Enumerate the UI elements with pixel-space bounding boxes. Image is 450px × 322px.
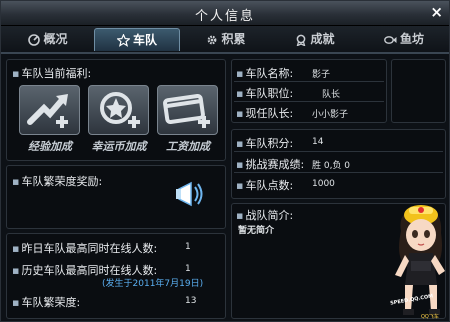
team-total-points-value: 1000 — [312, 179, 335, 189]
team-leader-text: 现任队长: — [245, 107, 294, 120]
star-icon — [116, 33, 131, 47]
team-points-value: 14 — [312, 137, 324, 147]
tab-label: 积累 — [221, 32, 246, 46]
tab-label: 车队 — [132, 33, 157, 47]
medal-icon — [296, 34, 306, 47]
tab-bar: 概况 车队 积累 成就 鱼坊 — [1, 26, 449, 54]
team-points-text: 车队积分: — [245, 137, 294, 150]
exp-bonus-label: 经验加成 — [28, 140, 72, 153]
tab-overview[interactable]: 概况 — [5, 28, 91, 50]
title-bar[interactable]: 个人信息 × — [1, 1, 449, 26]
benefits-heading-text: 车队当前福利: — [21, 67, 92, 80]
team-total-points-label: ▪ 车队点数: — [236, 179, 294, 192]
challenge-record-text: 挑战赛成绩: — [245, 158, 305, 171]
team-position-label: ▪ 车队职位: — [236, 87, 294, 100]
benefits-heading: ▪ 车队当前福利: — [12, 67, 92, 80]
window-title: 个人信息 — [194, 9, 255, 24]
team-emblem-slot[interactable] — [391, 59, 446, 123]
team-name-label: ▪ 车队名称: — [236, 67, 294, 80]
salary-bonus-label: 工资加成 — [166, 140, 210, 153]
tab-team[interactable]: 车队 — [94, 28, 180, 51]
exp-bonus-card[interactable] — [19, 85, 80, 135]
team-total-points-text: 车队点数: — [245, 179, 294, 192]
team-position-text: 车队职位: — [245, 87, 294, 100]
mascot-caption: QQ飞车 — [421, 314, 439, 320]
close-button[interactable]: × — [430, 3, 443, 21]
challenge-record-label: ▪ 挑战赛成绩: — [236, 158, 305, 171]
card-icon — [163, 93, 210, 128]
team-points-label: ▪ 车队积分: — [236, 137, 294, 150]
megaphone-icon[interactable] — [173, 177, 207, 211]
team-intro-text: 战队简介: — [245, 209, 294, 222]
divider — [234, 101, 384, 102]
history-online-date: (发生于2011年7月19日) — [102, 279, 204, 289]
gauge-icon — [28, 34, 41, 46]
prosperity-reward-label: ▪ 车队繁荣度奖励: — [12, 175, 103, 188]
profile-window: 个人信息 × 概况 车队 积累 成就 鱼坊 ▪ 车队当前福利: 经验加成 幸运币加… — [0, 0, 450, 322]
fish-icon — [384, 36, 397, 44]
tab-achievement[interactable]: 成就 — [272, 28, 358, 50]
salary-bonus-card[interactable] — [157, 85, 218, 135]
tab-label: 概况 — [43, 32, 68, 46]
yesterday-online-text: 昨日车队最高同时在线人数: — [21, 242, 158, 255]
history-online-value: 1 — [185, 264, 191, 274]
challenge-record-value: 胜 0,负 0 — [312, 161, 351, 171]
team-intro-content: 暂无简介 — [238, 226, 275, 236]
divider — [234, 172, 443, 173]
prosperity-text: 车队繁荣度: — [21, 296, 81, 309]
divider — [234, 151, 443, 152]
exp-arrow-icon — [27, 94, 68, 128]
team-leader-label: ▪ 现任队长: — [236, 107, 294, 120]
prosperity-value: 13 — [185, 296, 197, 306]
team-position-value: 队长 — [322, 90, 341, 100]
team-name-text: 车队名称: — [245, 67, 294, 80]
tab-label: 鱼坊 — [399, 32, 424, 46]
gear-icon — [208, 35, 217, 45]
coin-bonus-label: 幸运币加成 — [91, 140, 147, 153]
tab-fish[interactable]: 鱼坊 — [361, 28, 447, 50]
team-intro-label: ▪ 战队简介: — [236, 209, 294, 222]
prosperity-reward-text: 车队繁荣度奖励: — [21, 175, 103, 188]
team-leader-value: 小小影子 — [312, 110, 349, 120]
tab-accumulate[interactable]: 积累 — [183, 28, 269, 50]
team-name-value: 影子 — [312, 70, 331, 80]
yesterday-online-value: 1 — [185, 242, 191, 252]
coin-bonus-card[interactable] — [88, 85, 149, 135]
divider — [234, 81, 384, 82]
yesterday-online-label: ▪ 昨日车队最高同时在线人数: — [12, 242, 158, 255]
tab-label: 成就 — [310, 32, 335, 46]
prosperity-label: ▪ 车队繁荣度: — [12, 296, 81, 309]
coin-icon — [100, 92, 140, 128]
